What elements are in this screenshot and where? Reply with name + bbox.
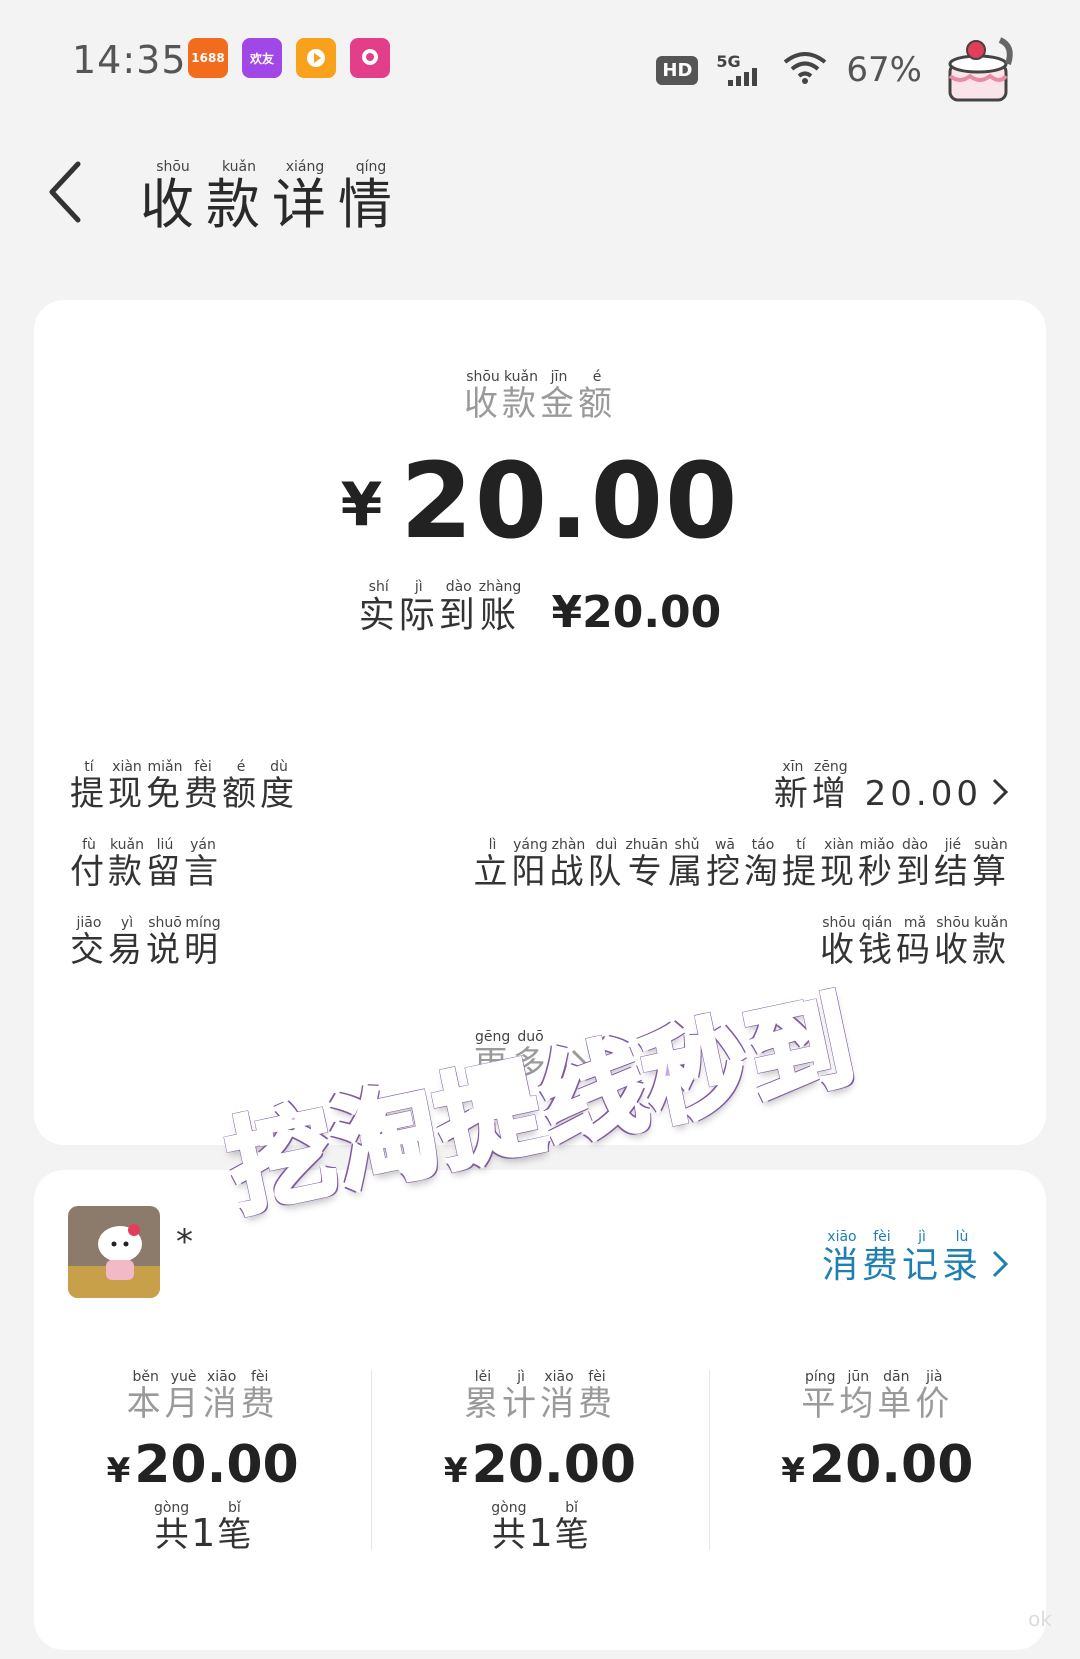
detail-row-transaction-desc: 交jiāo易yì说shuō明míng 收shōu钱qián码mǎ收shōu款ku… (70, 911, 1010, 971)
stat-total: 累lěi计jì消xiāo费fèi ¥20.00 共gòng1笔bǐ (371, 1369, 708, 1570)
app-video-icon (296, 38, 336, 78)
stat-label: 本běn月yuè消xiāo费fèi (126, 1369, 279, 1424)
amount-caption: 收shōu款kuǎn金jīn额é (464, 369, 616, 424)
stat-month: 本běn月yuè消xiāo费fèi ¥20.00 共gòng1笔bǐ (34, 1369, 371, 1570)
status-bar: 14:35 1688 欢友 HD 5G 67% (0, 0, 1080, 120)
received-label: 实shí际jì到dào账zhàng (358, 579, 522, 636)
status-time: 14:35 (72, 38, 187, 82)
detail-key: 交jiāo易yì说shuō明míng (70, 915, 222, 970)
consumption-records-link[interactable]: 消xiāo费fèi记jì录lù (822, 1229, 1010, 1288)
wifi-icon (782, 50, 828, 90)
detail-key: 付fù款kuǎn留liú言yán (70, 837, 222, 892)
received-value: ¥20.00 (551, 587, 722, 638)
detail-value: 新xīn增zēng 20.00 (774, 759, 1010, 815)
payment-summary-card: 收shōu款kuǎn金jīn额é ¥20.00 实shí际jì到dào账zhàn… (34, 300, 1046, 1145)
app-1688-icon: 1688 (188, 38, 228, 78)
stat-value: ¥20.00 (443, 1435, 637, 1495)
chevron-right-icon (992, 778, 1009, 806)
cake-avatar-icon (940, 30, 1020, 110)
amount-value: 20.00 (400, 440, 740, 562)
corner-mark: ok (1028, 1607, 1052, 1631)
stat-count: 共gòng1笔bǐ (153, 1500, 252, 1555)
app-huanyou-icon: 欢友 (242, 38, 282, 78)
payment-amount: ¥20.00 (34, 440, 1046, 562)
page-title: 收shōu款kuǎn详xiáng情qíng (140, 159, 404, 236)
more-label: 更gēng多duō (473, 1029, 550, 1084)
back-button[interactable] (40, 150, 100, 230)
customer-name: * (176, 1222, 193, 1262)
battery-percent: 67% (846, 50, 922, 90)
stat-value: ¥20.00 (106, 1435, 299, 1495)
customer-consumption-card: * 消xiāo费fèi记jì录lù 本běn月yuè消xiāo费fèi ¥20.… (34, 1170, 1046, 1650)
stat-label: 平píng均jūn单dān价jià (801, 1369, 954, 1424)
customer-avatar[interactable] (68, 1206, 160, 1298)
currency-symbol: ¥ (340, 470, 385, 540)
detail-value: 立lì阳yáng战zhàn队duì专zhuān属shǔ挖wā淘táo提tí现xi… (473, 837, 1010, 892)
detail-row-payment-note: 付fù款kuǎn留liú言yán 立lì阳yáng战zhàn队duì专zhuān… (70, 833, 1010, 893)
detail-row-withdraw-quota[interactable]: 提tí现xiàn免miǎn费fèi额é度dù 新xīn增zēng 20.00 (70, 755, 1010, 815)
stat-label: 累lěi计jì消xiāo费fèi (463, 1369, 616, 1424)
cellular-signal-icon: 5G (716, 52, 764, 88)
hd-badge: HD (656, 55, 699, 85)
detail-key: 提tí现xiàn免miǎn费fèi额é度dù (70, 759, 298, 814)
header: 收shōu款kuǎn详xiáng情qíng (0, 130, 1080, 240)
received-row: 实shí际jì到dào账zhàng ¥20.00 (34, 579, 1046, 638)
detail-value: 收shōu钱qián码mǎ收shōu款kuǎn (820, 915, 1010, 970)
app-chat-icon (350, 38, 390, 78)
chevron-left-icon (49, 161, 81, 223)
consumption-stats: 本běn月yuè消xiāo费fèi ¥20.00 共gòng1笔bǐ 累lěi计… (34, 1369, 1046, 1570)
status-right: HD 5G 67% (656, 30, 1020, 110)
chevron-right-icon (992, 1250, 1009, 1278)
stat-count: 共gòng1笔bǐ (491, 1500, 589, 1555)
stat-average: 平píng均jūn单dān价jià ¥20.00 (708, 1369, 1046, 1570)
stat-value: ¥20.00 (781, 1435, 974, 1495)
notification-app-icons: 1688 欢友 (188, 38, 390, 78)
more-toggle[interactable]: 更gēng多duō (34, 1029, 1046, 1085)
chevron-down-icon (572, 1049, 605, 1069)
